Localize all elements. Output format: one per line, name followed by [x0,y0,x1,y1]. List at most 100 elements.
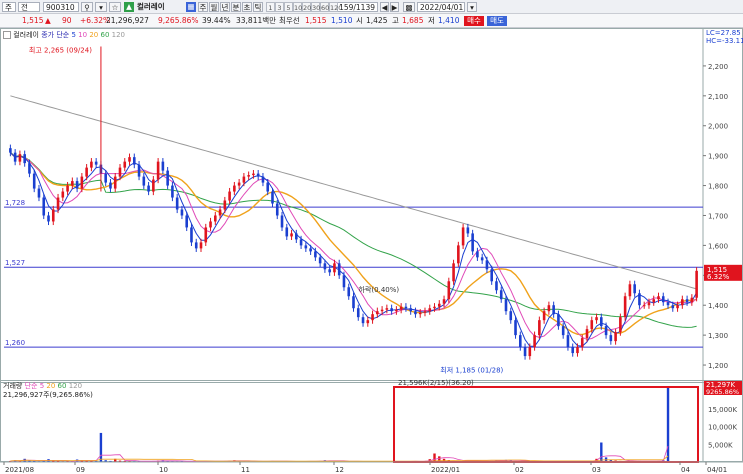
y-tick-label: 1,800 [708,183,728,191]
best-ask: 1,515 [305,16,327,25]
volume-bar [600,442,603,462]
volume-legend-ma-label: 단순 [24,382,38,390]
candle-body [538,320,541,336]
period-button-4[interactable]: 초 [242,2,252,12]
legend-ma5: 5 [71,31,76,39]
candle-body [51,209,55,222]
candle-body [304,245,308,249]
candle-body [104,173,107,183]
calendar-icon[interactable]: ▩ [403,2,415,12]
x-tick-label: 09 [76,466,85,474]
x-tick-label: 2021/08 [5,466,34,474]
timeframe-button-20[interactable]: 20 [302,2,311,12]
y-tick-label: 2,100 [708,93,728,101]
next-arrow-icon[interactable]: ▶ [390,2,399,12]
candle-body [418,312,422,315]
candle-body [142,176,146,186]
candle-body [509,311,513,321]
segment-select-right[interactable]: 전 [18,2,40,12]
candle-body [123,161,127,168]
candle-body [42,197,46,216]
timeframe-button-60[interactable]: 60 [320,2,329,12]
candle-body [242,176,246,183]
candle-body [209,221,212,228]
candle-body [166,170,169,186]
period-button-2[interactable]: 년 [220,2,230,12]
candle-body [371,314,374,321]
candle-body [518,335,522,348]
price-chart[interactable]: 2,2002,1002,0001,9001,8001,7001,6001,500… [0,28,743,474]
candle-body [619,317,622,333]
legend-ma10: 10 [78,31,88,39]
timeframe-button-10[interactable]: 10 [293,2,302,12]
candle-body [523,347,527,357]
segment-select-left[interactable]: 주 [2,2,16,12]
candle-body [490,269,493,282]
timeframe-button-30[interactable]: 30 [311,2,320,12]
buy-button[interactable]: 매수 [464,16,484,26]
candle-body [471,233,474,252]
candle-body [485,260,489,270]
chart-type-icon[interactable]: ▦ [186,2,196,12]
candle-body [299,239,303,246]
legend-checkbox-icon[interactable] [3,31,11,39]
period-button-3[interactable]: 분 [231,2,241,12]
y-tick-label: 1,700 [708,212,728,220]
y-tick-label: 2,200 [708,63,728,71]
x-tick-label: 04/01 [707,466,727,474]
timeframe-button-1[interactable]: 1 [266,2,275,12]
candle-body [228,191,231,201]
candle-body [399,306,403,310]
candle-body [194,242,198,249]
candle-body [109,182,112,189]
volume-y-label: 10,000K [708,424,737,432]
candle-body [690,297,694,303]
period-button-1[interactable]: 월 [209,2,219,12]
period-button-0[interactable]: 주 [198,2,208,12]
candle-body [223,200,227,210]
candle-body [66,185,69,192]
candle-body [132,157,136,165]
candle-body [295,233,298,240]
timeframe-button-3[interactable]: 3 [275,2,284,12]
candle-body [75,181,79,189]
candle-body [204,227,208,243]
candle-body [56,197,60,210]
open-value: 1,425 [366,16,388,25]
candle-body [633,284,636,294]
low-value: 1,410 [438,16,460,25]
chevron-down-icon[interactable]: ▾ [95,2,107,12]
date-input[interactable]: 2022/04/01 [417,2,465,12]
horizontal-line-label: 1,260 [5,339,25,347]
sell-button[interactable]: 매도 [487,16,507,26]
candle-body [528,347,532,357]
candle-body [32,173,36,189]
timeframe-button-5[interactable]: 5 [284,2,293,12]
high-value: 1,685 [402,16,424,25]
candle-counter[interactable]: 159/1139 [336,2,378,12]
x-tick-label: 12 [335,466,344,474]
candle-body [113,176,117,189]
ma5-line [10,152,698,347]
candle-body [628,284,632,297]
volume-peak-annotation: 21,596K(2/15)(36.20) [398,379,474,387]
favorite-icon[interactable]: ☆ [109,2,121,12]
candle-body [152,179,155,192]
candle-body [476,251,479,258]
candle-body [323,263,327,270]
prev-arrow-icon[interactable]: ◀ [380,2,389,12]
quote-bar: 1,515 ▲ 90 +6.32% 21,296,927 9,265.86% 3… [0,14,743,28]
legend-ma20: 20 [89,31,99,39]
x-tick-label: 11 [241,466,250,474]
candle-body [676,305,679,309]
stock-code-input[interactable]: 900310 [43,2,79,12]
period-button-5[interactable]: 틱 [253,2,263,12]
timeframe-button-120[interactable]: 120 [329,2,342,12]
date-dropdown-icon[interactable]: ▾ [467,2,477,12]
search-icon[interactable]: ⚲ [81,2,93,12]
stock-name: 컬러레이 [137,2,165,11]
candle-body [442,299,446,304]
legend-ma60: 60 [100,31,110,39]
candle-body [437,303,441,307]
volume-legend-ma120: 120 [68,382,83,390]
